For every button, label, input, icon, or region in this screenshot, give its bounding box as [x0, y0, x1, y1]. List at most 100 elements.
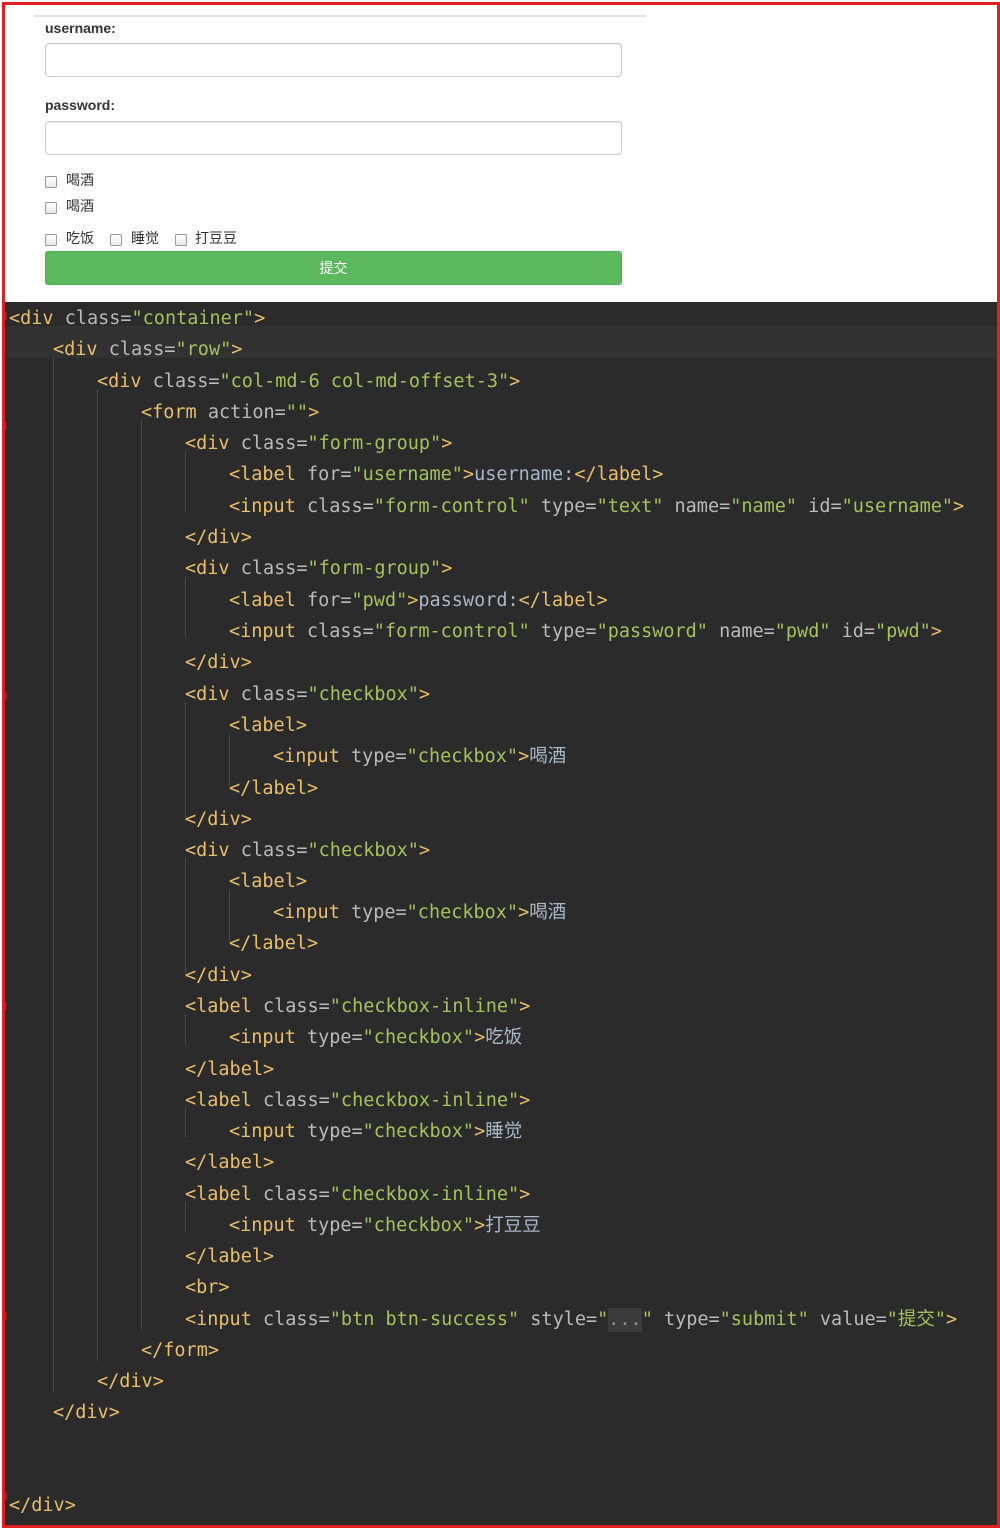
code-token: "checkbox" [307, 684, 419, 705]
code-token: > [953, 496, 965, 517]
checkbox-drink-2-label: 喝酒 [66, 199, 94, 215]
code-line: <input class="btn btn-success" style="..… [185, 1308, 957, 1332]
code-token[interactable]: ... [608, 1308, 642, 1332]
code-token: <input [273, 902, 351, 923]
code-token: "pwd" [875, 621, 931, 642]
code-token: 喝酒 [529, 746, 567, 767]
submit-button[interactable]: 提交 [45, 251, 622, 285]
password-input[interactable] [45, 121, 622, 155]
gutter-marker [5, 312, 7, 320]
code-token: </label> [229, 778, 319, 799]
code-token: "password" [596, 621, 708, 642]
code-token: "btn btn-success" [329, 1309, 520, 1330]
checkbox-beat-beans[interactable] [175, 234, 187, 246]
code-token: > [519, 1184, 531, 1205]
code-token: <label [185, 996, 263, 1017]
code-line: <input type="checkbox">吃饭 [229, 1026, 522, 1050]
indent-guide [185, 577, 186, 637]
code-token: "checkbox-inline" [329, 996, 520, 1017]
code-token: <div [185, 684, 241, 705]
code-token: type= [529, 496, 597, 517]
code-token: > [474, 1027, 486, 1048]
code-token: <div [9, 308, 65, 329]
code-token: class= [262, 1090, 330, 1111]
checkbox-eat-label: 吃饭 [66, 231, 94, 247]
code-token: > [407, 590, 419, 611]
code-token: style= [519, 1309, 598, 1330]
code-token: "form-group" [307, 433, 442, 454]
code-line: </label> [229, 777, 318, 801]
checkbox-eat[interactable] [45, 234, 57, 246]
code-token: name= [707, 621, 775, 642]
checkbox-sleep[interactable] [110, 234, 122, 246]
code-line: <label class="checkbox-inline"> [185, 1183, 530, 1207]
code-token: "username" [351, 464, 463, 485]
code-token: "form-control" [373, 621, 530, 642]
code-line: <form action=""> [141, 401, 319, 425]
gutter-marker [5, 1312, 7, 1320]
code-token: > [231, 339, 243, 360]
code-token: > [474, 1215, 486, 1236]
code-token: " [641, 1309, 653, 1330]
code-token: "col-md-6 col-md-offset-3" [219, 371, 510, 392]
code-token: > [946, 1309, 958, 1330]
code-token: > [519, 996, 531, 1017]
code-token: class= [152, 371, 220, 392]
code-token: </div> [97, 1371, 164, 1392]
code-token: password: [418, 590, 519, 611]
code-token: <form [141, 402, 208, 423]
code-token: <br> [185, 1277, 230, 1298]
code-token: </label> [574, 464, 664, 485]
code-token: "checkbox" [406, 902, 519, 923]
code-token: type= [306, 1027, 363, 1048]
code-token: <input [273, 746, 351, 767]
indent-guide [185, 452, 186, 512]
checkbox-beat-beans-label: 打豆豆 [195, 231, 237, 247]
code-token: username: [474, 464, 575, 485]
code-token: 吃饭 [485, 1027, 523, 1048]
code-token: class= [240, 684, 308, 705]
code-token: > [930, 621, 942, 642]
code-token: </div> [185, 652, 252, 673]
code-line: <div class="container"> [9, 307, 265, 331]
code-token: "row" [175, 339, 232, 360]
code-token: id= [830, 621, 876, 642]
code-token: 睡觉 [485, 1121, 523, 1142]
code-token: "提交" [886, 1309, 947, 1330]
code-line: </div> [53, 1401, 120, 1425]
code-line: <input type="checkbox">喝酒 [273, 745, 566, 769]
code-token: "form-control" [373, 496, 530, 517]
code-token: type= [306, 1121, 363, 1142]
code-token: class= [240, 558, 308, 579]
code-token: <div [53, 339, 109, 360]
code-token: class= [306, 496, 374, 517]
username-input[interactable] [45, 43, 622, 77]
code-token: id= [797, 496, 842, 517]
code-token: "username" [841, 496, 953, 517]
gutter-marker [5, 1492, 7, 1500]
code-token: </label> [185, 1059, 275, 1080]
code-line: <div class="form-group"> [185, 432, 452, 456]
gutter-marker [5, 692, 7, 700]
code-token: "checkbox" [307, 840, 419, 861]
checkbox-drink-2[interactable] [45, 202, 57, 214]
code-line: <input type="checkbox">睡觉 [229, 1120, 522, 1144]
code-token: > [474, 1121, 486, 1142]
checkbox-drink-1[interactable] [45, 176, 57, 188]
code-line: <label> [229, 714, 307, 738]
code-line: </label> [185, 1245, 274, 1269]
code-token: class= [262, 1184, 330, 1205]
code-token: <input [229, 1121, 307, 1142]
code-token: "pwd" [351, 590, 408, 611]
code-token: "checkbox" [362, 1215, 475, 1236]
code-token: > [254, 308, 266, 329]
code-token: </div> [185, 965, 252, 986]
code-token: "checkbox-inline" [329, 1090, 520, 1111]
indent-guide [185, 858, 186, 978]
code-token: class= [306, 621, 374, 642]
code-token: "pwd" [774, 621, 831, 642]
code-editor[interactable]: <div class="container"> <div class="row">… [5, 302, 997, 1525]
code-token: </label> [185, 1152, 275, 1173]
code-token: type= [306, 1215, 363, 1236]
code-token: </div> [9, 1495, 76, 1516]
